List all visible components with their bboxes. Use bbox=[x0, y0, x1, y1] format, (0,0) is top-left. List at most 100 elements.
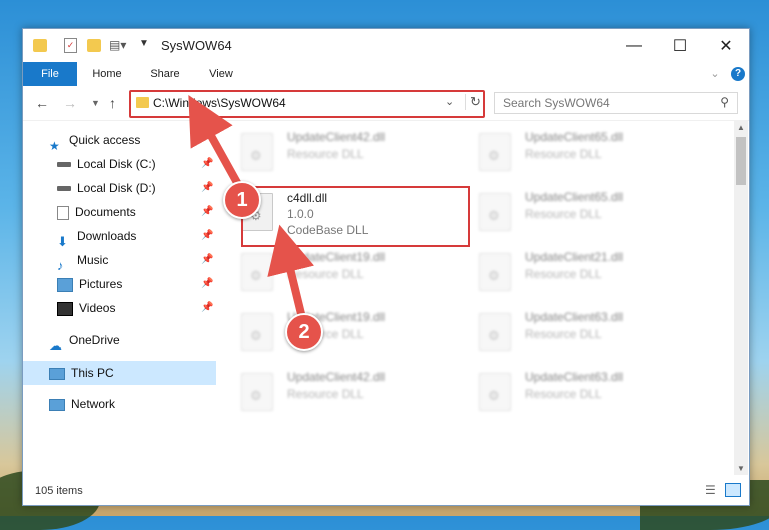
scroll-up-icon[interactable]: ▲ bbox=[737, 123, 745, 132]
recent-dropdown-icon[interactable]: ▼ bbox=[91, 98, 100, 108]
nav-label: Network bbox=[71, 397, 116, 411]
nav-item-network[interactable]: Network bbox=[49, 393, 115, 415]
nav-label: Downloads bbox=[77, 229, 137, 243]
minimize-button[interactable]: — bbox=[611, 29, 657, 62]
file-tile[interactable]: UpdateClient19.dll Resource DLL bbox=[239, 307, 449, 357]
tab-view[interactable]: View bbox=[199, 62, 243, 86]
nav-item-music[interactable]: ♪ Music bbox=[57, 249, 109, 273]
nav-item-pictures[interactable]: Pictures bbox=[57, 273, 122, 295]
file-name: UpdateClient42.dll bbox=[287, 130, 386, 144]
tiles-view-icon[interactable] bbox=[725, 483, 741, 497]
scroll-thumb[interactable] bbox=[736, 137, 746, 185]
nav-label: Quick access bbox=[69, 133, 141, 147]
pin-icon[interactable]: 📌 bbox=[201, 278, 213, 289]
nav-item-quick-access[interactable]: ★ Quick access bbox=[49, 129, 141, 153]
file-tile[interactable]: UpdateClient65.dll Resource DLL bbox=[477, 127, 687, 177]
vertical-scrollbar[interactable]: ▲ ▼ bbox=[734, 121, 748, 475]
pin-icon[interactable]: 📌 bbox=[201, 206, 213, 217]
file-description: Resource DLL bbox=[525, 327, 602, 341]
nav-item-local-disk-d[interactable]: Local Disk (D:) bbox=[57, 177, 156, 199]
nav-label: Local Disk (D:) bbox=[77, 181, 156, 195]
address-highlight bbox=[126, 87, 478, 113]
file-name: UpdateClient65.dll bbox=[525, 190, 624, 204]
pin-icon[interactable]: 📌 bbox=[201, 182, 213, 193]
file-description: Resource DLL bbox=[287, 147, 364, 161]
file-description: Resource DLL bbox=[525, 147, 602, 161]
nav-label: Documents bbox=[75, 205, 136, 219]
file-name: UpdateClient65.dll bbox=[525, 130, 624, 144]
tab-file[interactable]: File bbox=[23, 62, 77, 86]
file-highlight-box bbox=[241, 186, 470, 247]
file-tile[interactable]: UpdateClient65.dll Resource DLL bbox=[477, 187, 687, 237]
file-tile[interactable]: UpdateClient63.dll Resource DLL bbox=[477, 307, 687, 357]
file-tile[interactable]: UpdateClient19.dll Resource DLL bbox=[239, 247, 449, 297]
music-icon: ♪ bbox=[57, 257, 64, 273]
dll-file-icon bbox=[479, 253, 511, 291]
search-placeholder: Search SysWOW64 bbox=[503, 96, 610, 110]
file-tile[interactable]: UpdateClient42.dll Resource DLL bbox=[239, 127, 449, 177]
expand-ribbon-icon[interactable]: ⌄ bbox=[707, 62, 723, 86]
file-name: UpdateClient63.dll bbox=[525, 370, 624, 384]
file-description: Resource DLL bbox=[525, 267, 602, 281]
step-badge-1: 1 bbox=[223, 181, 261, 219]
videos-icon bbox=[57, 301, 73, 316]
nav-label: Pictures bbox=[79, 277, 123, 291]
file-tile[interactable]: UpdateClient21.dll Resource DLL bbox=[477, 247, 687, 297]
step-badge-2: 2 bbox=[285, 313, 323, 351]
search-icon[interactable]: ⚲ bbox=[720, 95, 729, 109]
file-name: UpdateClient21.dll bbox=[525, 250, 624, 264]
up-arrow-icon[interactable]: ↑ bbox=[109, 95, 116, 111]
search-input[interactable]: Search SysWOW64 ⚲ bbox=[494, 92, 738, 114]
back-arrow-icon[interactable]: ← bbox=[35, 95, 49, 111]
nav-item-local-disk-c[interactable]: Local Disk (C:) bbox=[57, 153, 156, 175]
help-icon[interactable]: ? bbox=[731, 67, 745, 81]
nav-label: Music bbox=[77, 253, 109, 267]
nav-item-downloads[interactable]: ⬇ Downloads bbox=[57, 225, 137, 249]
file-tile[interactable]: UpdateClient63.dll Resource DLL bbox=[477, 367, 687, 417]
window-title: SysWOW64 bbox=[161, 38, 232, 53]
nav-item-this-pc[interactable]: This PC bbox=[49, 362, 114, 384]
nav-item-videos[interactable]: Videos bbox=[57, 297, 115, 319]
navigation-pane: ★ Quick access Local Disk (C:) 📌 Local Di… bbox=[23, 121, 216, 475]
dropdown-arrow-icon[interactable]: ▼ bbox=[139, 38, 155, 54]
file-description: Resource DLL bbox=[525, 387, 602, 401]
scroll-down-icon[interactable]: ▼ bbox=[737, 464, 745, 473]
star-icon: ★ bbox=[49, 138, 60, 153]
nav-label: This PC bbox=[71, 366, 114, 380]
customize-toolbar-icon[interactable]: ▤▾ bbox=[109, 38, 126, 54]
dll-file-icon bbox=[241, 373, 273, 411]
pin-icon[interactable]: 📌 bbox=[201, 230, 213, 241]
documents-icon bbox=[57, 205, 69, 220]
file-description: Resource DLL bbox=[525, 207, 602, 221]
drive-icon bbox=[57, 162, 71, 168]
new-folder-icon[interactable] bbox=[87, 39, 101, 52]
file-tile[interactable]: UpdateClient42.dll Resource DLL bbox=[239, 367, 449, 417]
download-icon: ⬇ bbox=[57, 233, 68, 249]
file-name: UpdateClient42.dll bbox=[287, 370, 386, 384]
maximize-button[interactable]: ☐ bbox=[657, 29, 703, 62]
network-icon bbox=[49, 398, 65, 411]
dll-file-icon bbox=[241, 253, 273, 291]
details-view-icon[interactable]: ☰ bbox=[705, 483, 716, 497]
tab-share[interactable]: Share bbox=[143, 62, 187, 86]
properties-icon[interactable]: ✓ bbox=[64, 38, 77, 53]
close-button[interactable]: ✕ bbox=[703, 29, 749, 62]
forward-arrow-icon[interactable]: → bbox=[63, 95, 77, 111]
dll-file-icon bbox=[479, 133, 511, 171]
tab-home[interactable]: Home bbox=[85, 62, 129, 86]
file-description: Resource DLL bbox=[287, 387, 364, 401]
dll-file-icon bbox=[479, 313, 511, 351]
dll-file-icon bbox=[241, 313, 273, 351]
nav-item-onedrive[interactable]: ☁ OneDrive bbox=[49, 329, 120, 353]
pin-icon[interactable]: 📌 bbox=[201, 302, 213, 313]
nav-item-documents[interactable]: Documents bbox=[57, 201, 136, 223]
pin-icon[interactable]: 📌 bbox=[201, 254, 213, 265]
dll-file-icon bbox=[479, 193, 511, 231]
pin-icon[interactable]: 📌 bbox=[201, 158, 213, 169]
file-name: UpdateClient63.dll bbox=[525, 310, 624, 324]
file-description: Resource DLL bbox=[287, 267, 364, 281]
computer-icon bbox=[49, 367, 65, 380]
title-bar: ✓ ▤▾ ▼ SysWOW64 — ☐ ✕ bbox=[23, 29, 749, 62]
cloud-icon: ☁ bbox=[49, 337, 62, 353]
nav-label: Videos bbox=[79, 301, 116, 315]
